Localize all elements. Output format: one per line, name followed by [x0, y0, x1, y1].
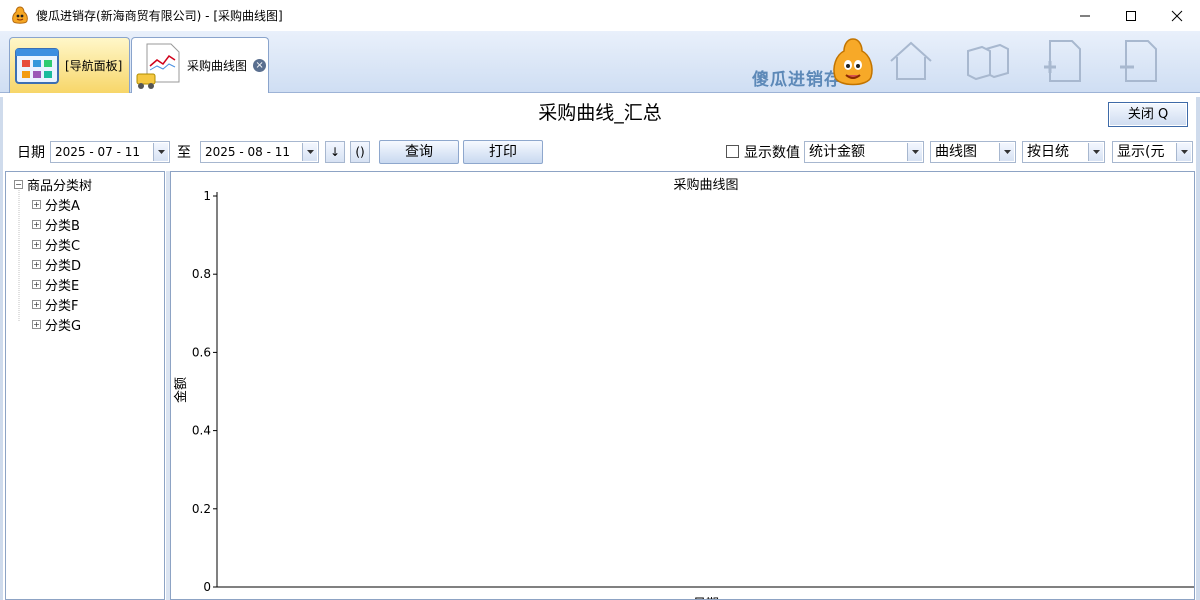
chevron-down-icon[interactable]	[1176, 143, 1191, 161]
window-title: 傻瓜进销存(新海商贸有限公司) - [采购曲线图]	[36, 9, 283, 23]
y-tick-label: 0.2	[192, 502, 211, 516]
print-button[interactable]: 打印	[463, 140, 543, 164]
dashboard-icon	[15, 47, 59, 84]
chevron-down-icon[interactable]	[999, 143, 1014, 161]
tree-item[interactable]: + 分类G	[32, 315, 82, 334]
minimize-button[interactable]	[1062, 0, 1108, 31]
page-title: 采购曲线_汇总	[538, 102, 662, 124]
start-date-value: 2025 - 07 - 11	[55, 145, 140, 159]
tree-item[interactable]: + 分类B	[32, 215, 80, 234]
date-range-button[interactable]: ()	[350, 141, 370, 163]
window-right-border	[1196, 97, 1200, 600]
tree-item-label: 分类E	[45, 278, 80, 294]
tree-item[interactable]: + 分类C	[32, 235, 81, 254]
y-tick-label: 0.4	[192, 424, 211, 438]
y-tick-label: 1	[203, 189, 211, 203]
close-icon	[1171, 10, 1183, 21]
purchase-curve-chart: 采购曲线图 金额 日期 0 0.2 0.4 0.6 0.8 1	[173, 177, 1194, 599]
tree-item[interactable]: + 分类D	[32, 255, 82, 274]
expand-icon[interactable]: +	[32, 319, 41, 329]
minimize-icon	[1080, 15, 1090, 16]
stat-select[interactable]: 统计金额	[804, 141, 924, 163]
tree-item-label: 分类D	[45, 258, 82, 274]
expand-icon[interactable]: +	[32, 199, 41, 209]
end-date-value: 2025 - 08 - 11	[205, 145, 290, 159]
filter-toolbar: 日期 2025 - 07 - 11 至 2025 - 08 - 11 ↓ () …	[0, 139, 1200, 165]
end-date-picker[interactable]: 2025 - 08 - 11	[200, 141, 319, 163]
tab-navigation-panel[interactable]: [导航面板]	[9, 37, 130, 93]
display-select-value: 显示(元	[1117, 144, 1165, 160]
display-select[interactable]: 显示(元	[1112, 141, 1193, 163]
y-tick-label: 0.8	[192, 267, 211, 281]
period-select-value: 按日统	[1027, 144, 1069, 160]
category-tree: − 商品分类树 + 分类A + 分类B + 分类C + 分类D + 分类E + …	[5, 171, 165, 600]
remove-document-icon[interactable]	[1116, 37, 1164, 85]
add-document-icon[interactable]	[1040, 37, 1088, 85]
expand-icon[interactable]: +	[32, 299, 41, 309]
x-axis-label: 日期	[693, 597, 719, 599]
close-panel-button[interactable]: 关闭 Q	[1108, 102, 1188, 127]
expand-icon[interactable]: +	[32, 239, 41, 249]
tree-item-label: 分类C	[45, 238, 81, 254]
chevron-down-icon[interactable]	[153, 143, 168, 161]
show-values-checkbox[interactable]	[726, 145, 739, 158]
tab-purchase-curve[interactable]: 采购曲线图 ×	[131, 37, 269, 93]
chart-type-select[interactable]: 曲线图	[930, 141, 1016, 163]
chevron-down-icon[interactable]	[907, 143, 922, 161]
tree-item[interactable]: + 分类E	[32, 275, 80, 294]
tree-item-label: 分类B	[45, 218, 80, 234]
period-select[interactable]: 按日统	[1022, 141, 1105, 163]
tab-close-icon[interactable]: ×	[253, 59, 267, 72]
tab-label: 采购曲线图	[187, 59, 248, 73]
stat-select-value: 统计金额	[809, 144, 865, 160]
query-button[interactable]: 查询	[379, 140, 459, 164]
date-down-button[interactable]: ↓	[325, 141, 345, 163]
y-tick-label: 0.6	[192, 345, 211, 359]
expand-icon[interactable]: +	[32, 259, 41, 269]
title-bar: 傻瓜进销存(新海商贸有限公司) - [采购曲线图]	[0, 0, 1200, 31]
mascot-icon	[833, 38, 873, 86]
home-icon[interactable]	[887, 37, 935, 85]
chart-document-icon	[136, 43, 180, 89]
expand-icon[interactable]: +	[32, 279, 41, 289]
tree-item-label: 分类A	[45, 198, 80, 214]
chart-panel: 采购曲线图 金额 日期 0 0.2 0.4 0.6 0.8 1	[170, 171, 1195, 600]
show-values-label: 显示数值	[744, 145, 800, 161]
chart-type-value: 曲线图	[935, 144, 977, 160]
chevron-down-icon[interactable]	[302, 143, 317, 161]
window-left-border	[0, 97, 3, 600]
app-logo-icon	[12, 5, 28, 24]
tab-label: [导航面板]	[65, 59, 123, 73]
start-date-picker[interactable]: 2025 - 07 - 11	[50, 141, 170, 163]
close-window-button[interactable]	[1154, 0, 1200, 31]
chevron-down-icon[interactable]	[1088, 143, 1103, 161]
expand-icon[interactable]: +	[32, 219, 41, 229]
maximize-button[interactable]	[1108, 0, 1154, 31]
date-label: 日期	[17, 145, 45, 161]
y-axis-label: 金额	[173, 377, 189, 403]
tree-item[interactable]: + 分类F	[32, 295, 79, 314]
chart-title: 采购曲线图	[673, 177, 738, 193]
maximize-icon	[1126, 10, 1136, 21]
tree-item-label: 分类F	[45, 298, 79, 314]
to-label: 至	[177, 145, 191, 161]
ribbon: [导航面板] 采购曲线图 × 傻瓜进销存	[0, 31, 1200, 93]
tree-item-label: 分类G	[45, 318, 82, 334]
tree-item[interactable]: + 分类A	[32, 195, 80, 214]
y-tick-label: 0	[203, 580, 211, 594]
copy-windows-icon[interactable]	[964, 37, 1012, 85]
y-axis-ticks: 0 0.2 0.4 0.6 0.8 1	[192, 189, 217, 594]
